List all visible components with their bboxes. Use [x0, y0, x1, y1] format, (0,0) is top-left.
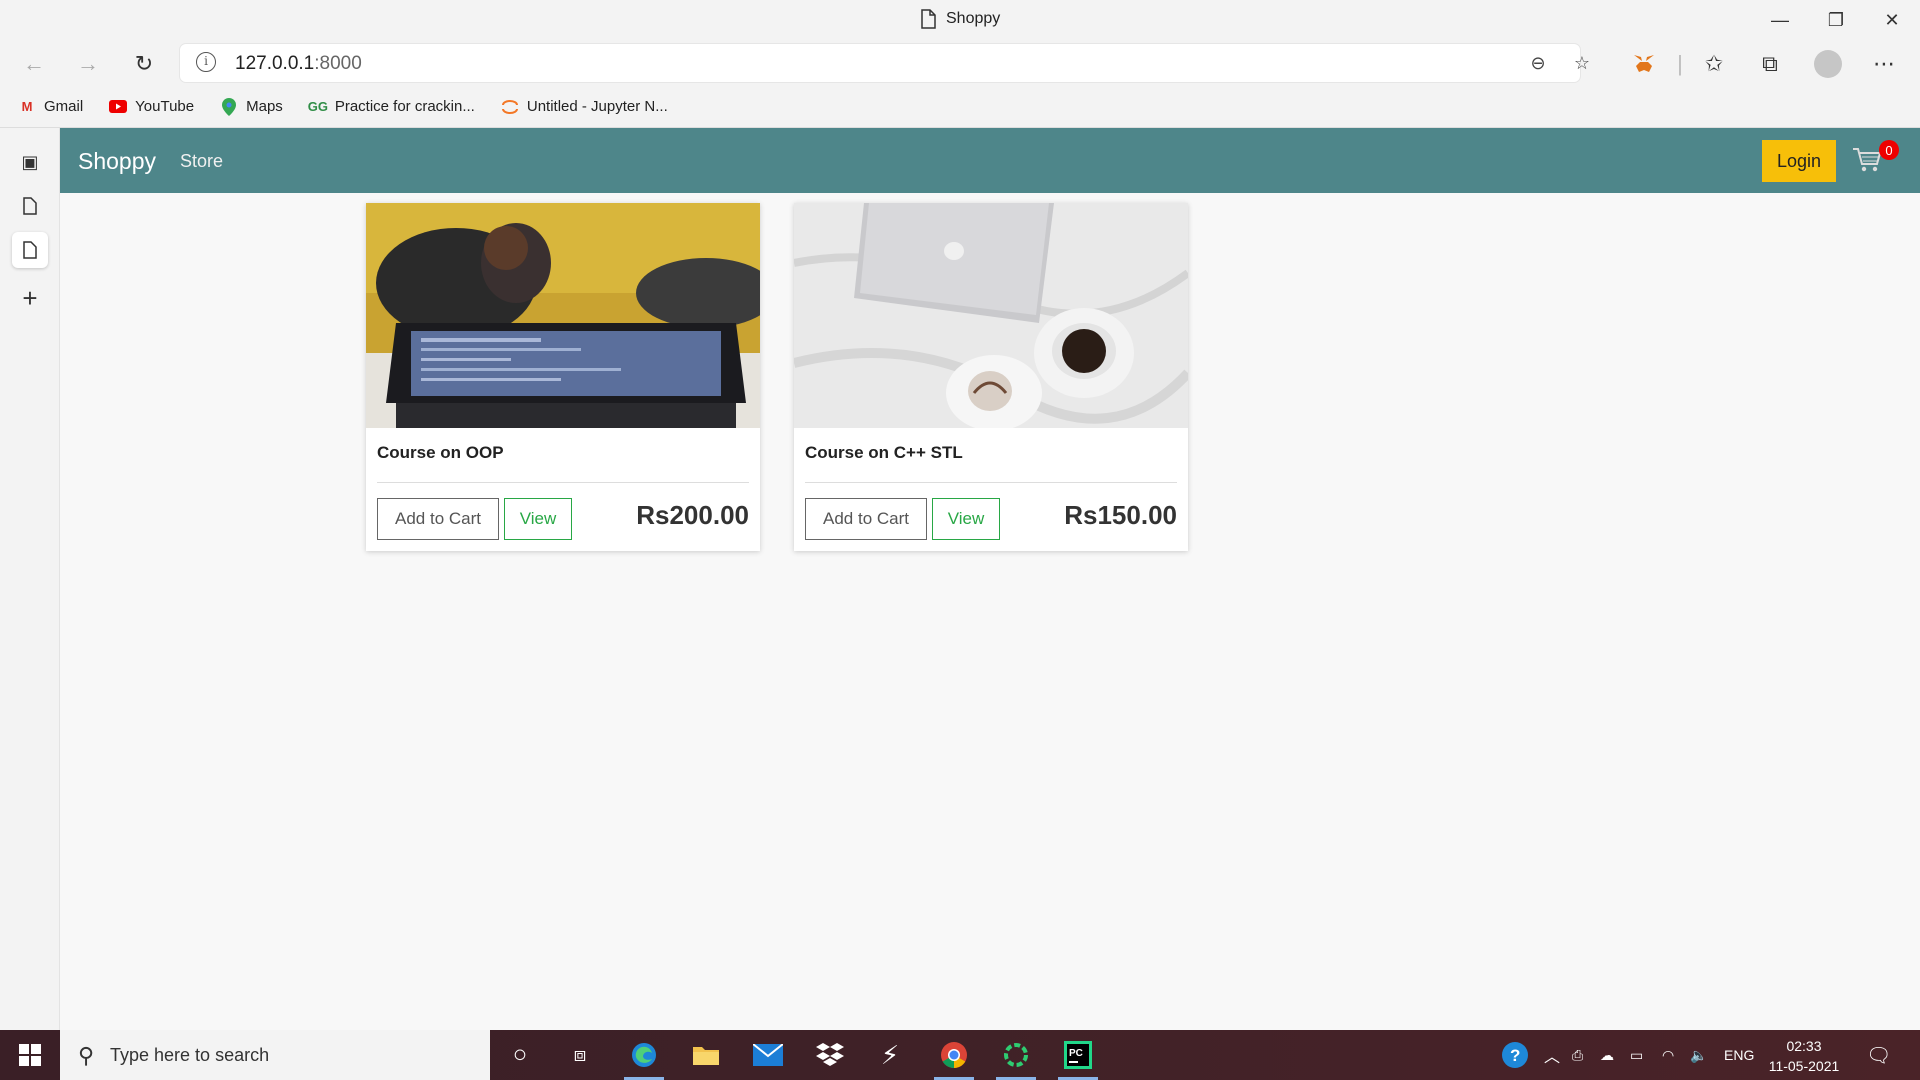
- address-bar[interactable]: i 127.0.0.1:8000 ⊖ ☆: [180, 44, 1590, 82]
- product-image[interactable]: [366, 203, 760, 428]
- forward-icon[interactable]: →: [72, 48, 104, 80]
- svg-text:?: ?: [1510, 1046, 1520, 1065]
- meet-now-icon[interactable]: ⎙: [1572, 1030, 1583, 1080]
- product-card: Course on OOP Add to Cart View Rs200.00: [366, 203, 760, 551]
- file-explorer-icon[interactable]: [686, 1038, 726, 1072]
- tab-actions-icon[interactable]: ▣: [12, 144, 48, 180]
- shoppy-page: Shoppy Store Login 0 Course on OOP Add t…: [60, 128, 1920, 1030]
- brand-logo[interactable]: Shoppy: [78, 148, 156, 175]
- product-price: Rs150.00: [1064, 500, 1177, 530]
- product-price: Rs200.00: [636, 500, 749, 530]
- battery-icon[interactable]: ▭: [1630, 1030, 1643, 1080]
- favorites-icon[interactable]: ✩: [1698, 48, 1730, 80]
- product-card: Course on C++ STL Add to Cart View Rs150…: [794, 203, 1188, 551]
- minimize-button[interactable]: —: [1752, 0, 1808, 40]
- url-text[interactable]: 127.0.0.1:8000: [235, 53, 362, 75]
- task-view-icon[interactable]: ⧈: [560, 1038, 600, 1072]
- product-title: Course on OOP: [377, 443, 504, 462]
- cortana-icon[interactable]: ○: [500, 1038, 540, 1072]
- profile-avatar[interactable]: [1814, 50, 1842, 78]
- pycharm-icon[interactable]: PC: [1058, 1038, 1098, 1080]
- volume-icon[interactable]: 🔈: [1690, 1030, 1707, 1080]
- tab-page-icon[interactable]: [12, 188, 48, 224]
- bookmark-maps[interactable]: Maps: [220, 97, 283, 116]
- sublime-like-icon[interactable]: ⚡: [870, 1038, 910, 1072]
- edge-taskbar-icon[interactable]: [624, 1038, 664, 1080]
- page-icon: [921, 9, 936, 29]
- new-tab-icon[interactable]: +: [12, 280, 48, 316]
- collections-icon[interactable]: ⧉: [1754, 48, 1786, 80]
- close-window-button[interactable]: ✕: [1864, 0, 1920, 40]
- back-icon[interactable]: ←: [18, 48, 50, 80]
- maps-icon: [220, 97, 238, 116]
- zoom-icon[interactable]: ⊖: [1526, 51, 1550, 75]
- card-divider: [377, 482, 749, 483]
- bookmark-gmail[interactable]: M Gmail: [18, 98, 84, 115]
- browser-title-bar: Shoppy — ❐ ✕: [0, 0, 1920, 42]
- loading-app-icon[interactable]: [996, 1038, 1036, 1080]
- restore-button[interactable]: ❐: [1808, 0, 1864, 40]
- window-title-text: Shoppy: [946, 10, 1001, 27]
- bookmark-geeksforgeeks[interactable]: GG Practice for crackin...: [307, 98, 475, 115]
- wifi-icon[interactable]: ◠: [1662, 1030, 1674, 1080]
- jupyter-icon: [501, 99, 519, 115]
- search-icon: ⚲: [78, 1043, 95, 1068]
- cart-icon[interactable]: [1852, 146, 1882, 174]
- add-to-cart-button[interactable]: Add to Cart: [377, 498, 499, 540]
- add-favorite-icon[interactable]: ☆: [1570, 51, 1594, 75]
- view-button[interactable]: View: [932, 498, 1000, 540]
- product-image[interactable]: [794, 203, 1188, 428]
- cart-count-badge: 0: [1879, 140, 1899, 160]
- bookmark-jupyter[interactable]: Untitled - Jupyter N...: [501, 98, 668, 115]
- onedrive-icon[interactable]: ☁: [1600, 1030, 1614, 1080]
- svg-text:PC: PC: [1069, 1048, 1083, 1059]
- clock-date: 11-05-2021: [1768, 1058, 1840, 1074]
- add-to-cart-button[interactable]: Add to Cart: [805, 498, 927, 540]
- gmail-icon: M: [21, 99, 33, 114]
- windows-taskbar: ⚲ Type here to search ○ ⧈ ⚡ PC ? ︿ ⎙ ☁ ▭…: [0, 1030, 1920, 1080]
- notification-icon[interactable]: 🗨: [1866, 1030, 1891, 1080]
- vertical-tabs-pane: ▣ +: [0, 128, 60, 1030]
- system-clock[interactable]: 02:33 11-05-2021: [1766, 1036, 1842, 1076]
- view-button[interactable]: View: [504, 498, 572, 540]
- clock-time: 02:33: [1786, 1038, 1822, 1054]
- youtube-icon: [109, 99, 128, 115]
- card-divider: [805, 482, 1177, 483]
- metamask-extension-icon[interactable]: [1628, 48, 1660, 80]
- geeksforgeeks-icon: GG: [307, 99, 328, 114]
- store-link[interactable]: Store: [180, 151, 223, 172]
- site-info-icon[interactable]: i: [196, 52, 216, 72]
- bookmark-youtube[interactable]: YouTube: [109, 98, 194, 115]
- help-icon[interactable]: ?: [1500, 1030, 1530, 1080]
- dropbox-icon[interactable]: [810, 1038, 850, 1072]
- window-title: Shoppy: [920, 9, 1000, 29]
- mail-icon[interactable]: [748, 1038, 788, 1072]
- language-indicator[interactable]: ENG: [1724, 1030, 1754, 1080]
- more-icon[interactable]: ⋯: [1868, 48, 1900, 80]
- tab-shoppy-active[interactable]: [12, 232, 48, 268]
- windows-start-icon[interactable]: [0, 1030, 60, 1080]
- browser-toolbar: ← → ↻ i 127.0.0.1:8000 ⊖ ☆ | ✩ ⧉ ⋯: [0, 42, 1920, 86]
- toolbar-divider: |: [1677, 51, 1683, 76]
- site-navbar: Shoppy Store Login 0: [60, 128, 1920, 193]
- product-title: Course on C++ STL: [805, 443, 963, 462]
- taskbar-search-input[interactable]: ⚲ Type here to search: [60, 1030, 490, 1080]
- login-button[interactable]: Login: [1762, 140, 1836, 182]
- refresh-icon[interactable]: ↻: [128, 48, 160, 80]
- chevron-up-icon[interactable]: ︿: [1544, 1030, 1560, 1080]
- bookmarks-bar: M Gmail YouTube Maps GG Practice for cra…: [0, 86, 1920, 128]
- chrome-icon[interactable]: [934, 1038, 974, 1080]
